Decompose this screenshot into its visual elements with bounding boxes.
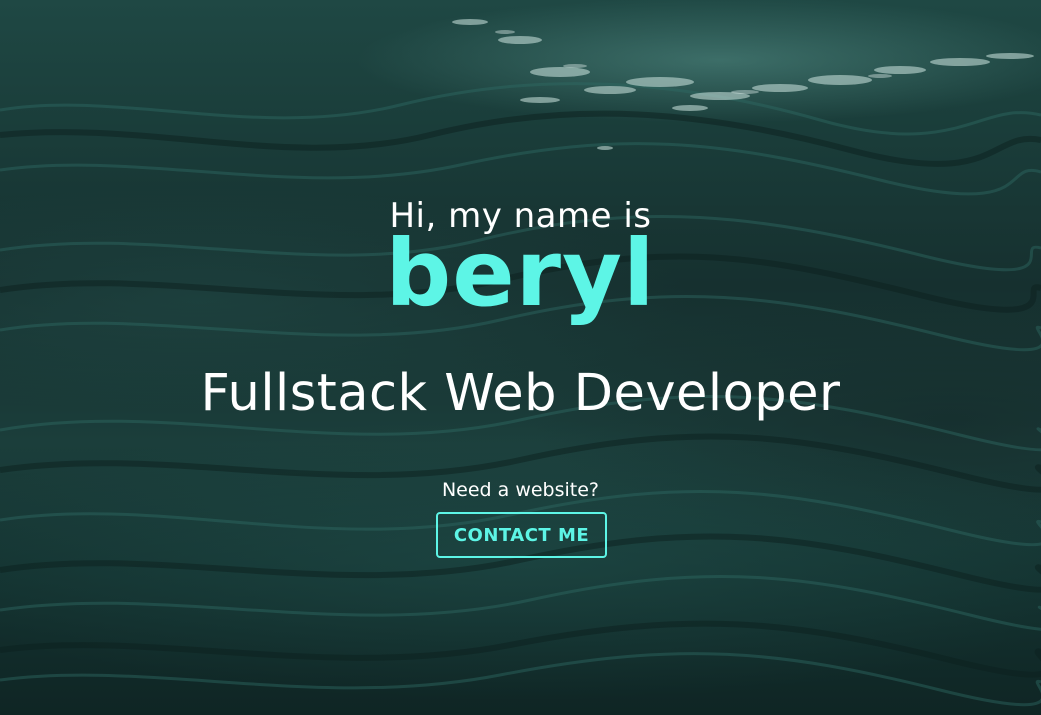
website-prompt: Need a website?	[441, 479, 600, 501]
role-title: Fullstack Web Developer	[200, 364, 841, 423]
contact-me-button[interactable]: CONTACT ME	[436, 512, 607, 558]
hero-content: Hi, my name is beryl Fullstack Web Devel…	[0, 0, 1041, 715]
developer-name: beryl	[385, 220, 656, 327]
hero-section: Hi, my name is beryl Fullstack Web Devel…	[0, 0, 1041, 715]
